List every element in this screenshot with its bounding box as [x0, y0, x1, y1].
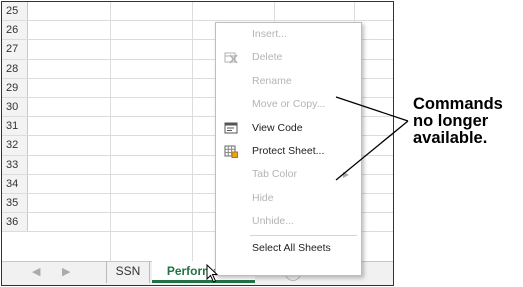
callout-line: Commands [413, 95, 503, 113]
callout-line: available. [413, 129, 488, 147]
callout-line: no longer [413, 112, 489, 130]
callout-annotation: Commands no longer available. [413, 96, 503, 147]
